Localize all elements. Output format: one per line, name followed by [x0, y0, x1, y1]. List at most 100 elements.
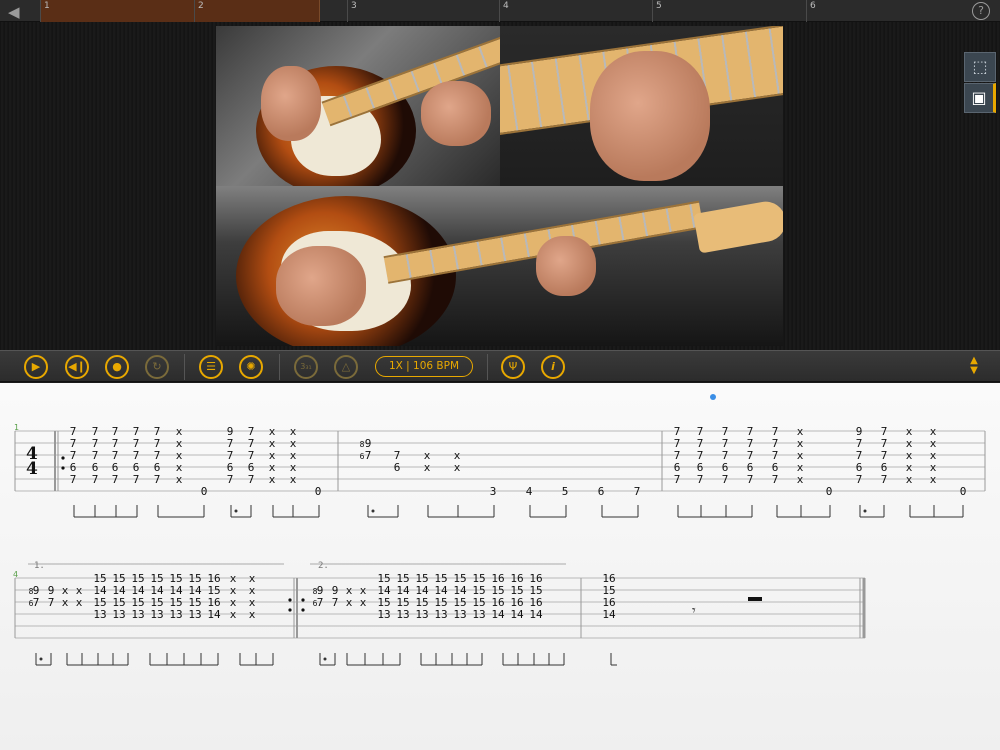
tab-note: 14	[602, 608, 616, 621]
half-rest	[748, 597, 762, 601]
tab-note: 13	[112, 608, 125, 621]
tab-note: x	[176, 473, 183, 486]
tab-note: 5	[562, 485, 569, 498]
tab-note: 0	[201, 485, 208, 498]
tab-note: 7	[856, 473, 863, 486]
tab-note: 6	[598, 485, 605, 498]
tab-note: 7	[48, 596, 55, 609]
timeline-marker[interactable]: 6	[806, 0, 816, 22]
tab-note: 0	[315, 485, 322, 498]
loop-icon[interactable]: ↻	[145, 355, 169, 379]
playback-toolbar: ▶ ◀❙ ● ↻ ☰ ✺ 3₃₁ △ 1X | 106 BPM Ψ i ▲ ▼	[0, 350, 1000, 382]
tab-note: 13	[472, 608, 485, 621]
tab-note: x	[424, 461, 431, 474]
tab-note: 14	[529, 608, 543, 621]
tab-note: 14	[207, 608, 221, 621]
timeline-marker[interactable]: 1	[40, 0, 50, 22]
tab-note: 7	[92, 473, 99, 486]
eighth-rest: 𝄾	[692, 603, 696, 619]
tab-note: 7	[227, 473, 234, 486]
back-arrow-icon[interactable]: ◀	[8, 3, 20, 21]
record-icon[interactable]: ●	[105, 355, 129, 379]
tab-note: 7	[154, 473, 161, 486]
tab-note: x	[76, 596, 83, 609]
tab-note: 13	[93, 608, 106, 621]
tab-note: 7	[634, 485, 641, 498]
info-button[interactable]: i	[541, 355, 565, 379]
tab-note: x	[360, 596, 367, 609]
playhead-dot	[710, 394, 716, 400]
tab-note: 7	[365, 449, 372, 462]
measure-number: 4	[13, 570, 18, 579]
strumming-hand-view	[216, 26, 500, 186]
rewind-icon[interactable]: ◀❙	[65, 355, 89, 379]
tab-note: x	[930, 473, 937, 486]
tab-note: x	[906, 473, 913, 486]
tab-note: 7	[112, 473, 119, 486]
tab-note: 7	[133, 473, 140, 486]
volta-ending-1: 1.	[34, 561, 45, 571]
cube-icon[interactable]: ⬚	[964, 52, 996, 82]
tab-note: 7	[70, 473, 77, 486]
tab-note: x	[249, 608, 256, 621]
tab-note: 7	[248, 473, 255, 486]
speed-bpm-button[interactable]: 1X | 106 BPM	[375, 356, 473, 377]
tab-note: 7	[722, 473, 729, 486]
tab-note: 7	[674, 473, 681, 486]
timeline-marker[interactable]: 4	[499, 0, 509, 22]
tab-note: x	[62, 596, 69, 609]
tab-note: 3	[490, 485, 497, 498]
tab-note: 7	[697, 473, 704, 486]
tuner-fork-icon[interactable]: Ψ	[501, 355, 525, 379]
measure-number: 1	[14, 423, 19, 432]
tab-note: 13	[377, 608, 390, 621]
help-button[interactable]: ?	[972, 2, 990, 20]
video-area: ⬚ ▣	[0, 22, 1000, 350]
tab-note: 14	[491, 608, 505, 621]
tab-note: 13	[131, 608, 144, 621]
timeline-marker[interactable]: 2	[194, 0, 204, 22]
tab-note: x	[454, 461, 461, 474]
tab-note: 13	[396, 608, 409, 621]
tab-note: 7	[772, 473, 779, 486]
time-signature-bottom: 4	[26, 459, 38, 479]
volta-ending-2: 2.	[318, 561, 329, 571]
tab-note: 7	[33, 596, 40, 609]
timeline-marker[interactable]: 3	[347, 0, 357, 22]
metronome-icon[interactable]: △	[334, 355, 358, 379]
timeline-bar[interactable]: ◀ 1 2 3 4 5 6 ?	[0, 0, 1000, 22]
tab-note: 13	[169, 608, 182, 621]
tab-notation-sheet[interactable]: 7776777767777677776777767xxxxx0977677776…	[0, 383, 1000, 750]
tab-note: x	[346, 596, 353, 609]
settings-gear-icon[interactable]: ✺	[239, 355, 263, 379]
timeline-progress	[40, 0, 320, 22]
tab-note: 7	[332, 596, 339, 609]
tab-note: 13	[150, 608, 163, 621]
tab-note: 13	[415, 608, 428, 621]
tab-note: 0	[960, 485, 967, 498]
timeline-marker[interactable]: 5	[652, 0, 662, 22]
tab-note: x	[797, 473, 804, 486]
tab-note: 14	[510, 608, 524, 621]
guitar-lesson-app: ◀ 1 2 3 4 5 6 ? ⬚ ▣ ▶ ◀❙ ● ↻ ☰ ✺ 3₃₁ △ 1…	[0, 0, 1000, 750]
lesson-video[interactable]	[216, 26, 783, 346]
tab-score[interactable]: 7776777767777677776777767xxxxx0977677776…	[0, 383, 1000, 750]
tab-note: 7	[317, 596, 324, 609]
tab-note: x	[269, 473, 276, 486]
tab-note: 13	[434, 608, 447, 621]
mixer-icon[interactable]: ☰	[199, 355, 223, 379]
tab-note: 13	[453, 608, 466, 621]
tab-note: x	[230, 608, 237, 621]
tab-note: x	[290, 473, 297, 486]
tab-note: 6	[394, 461, 401, 474]
fretting-hand-closeup	[500, 26, 783, 186]
play-icon[interactable]: ▶	[24, 355, 48, 379]
count-in-icon[interactable]: 3₃₁	[294, 355, 318, 379]
tab-note: 0	[826, 485, 833, 498]
full-guitar-view	[216, 186, 783, 346]
tab-note: 13	[188, 608, 201, 621]
expand-arrows-icon[interactable]: ▲ ▼	[964, 356, 984, 378]
tab-note: 7	[747, 473, 754, 486]
film-icon[interactable]: ▣	[964, 83, 996, 113]
tab-note: 4	[526, 485, 533, 498]
